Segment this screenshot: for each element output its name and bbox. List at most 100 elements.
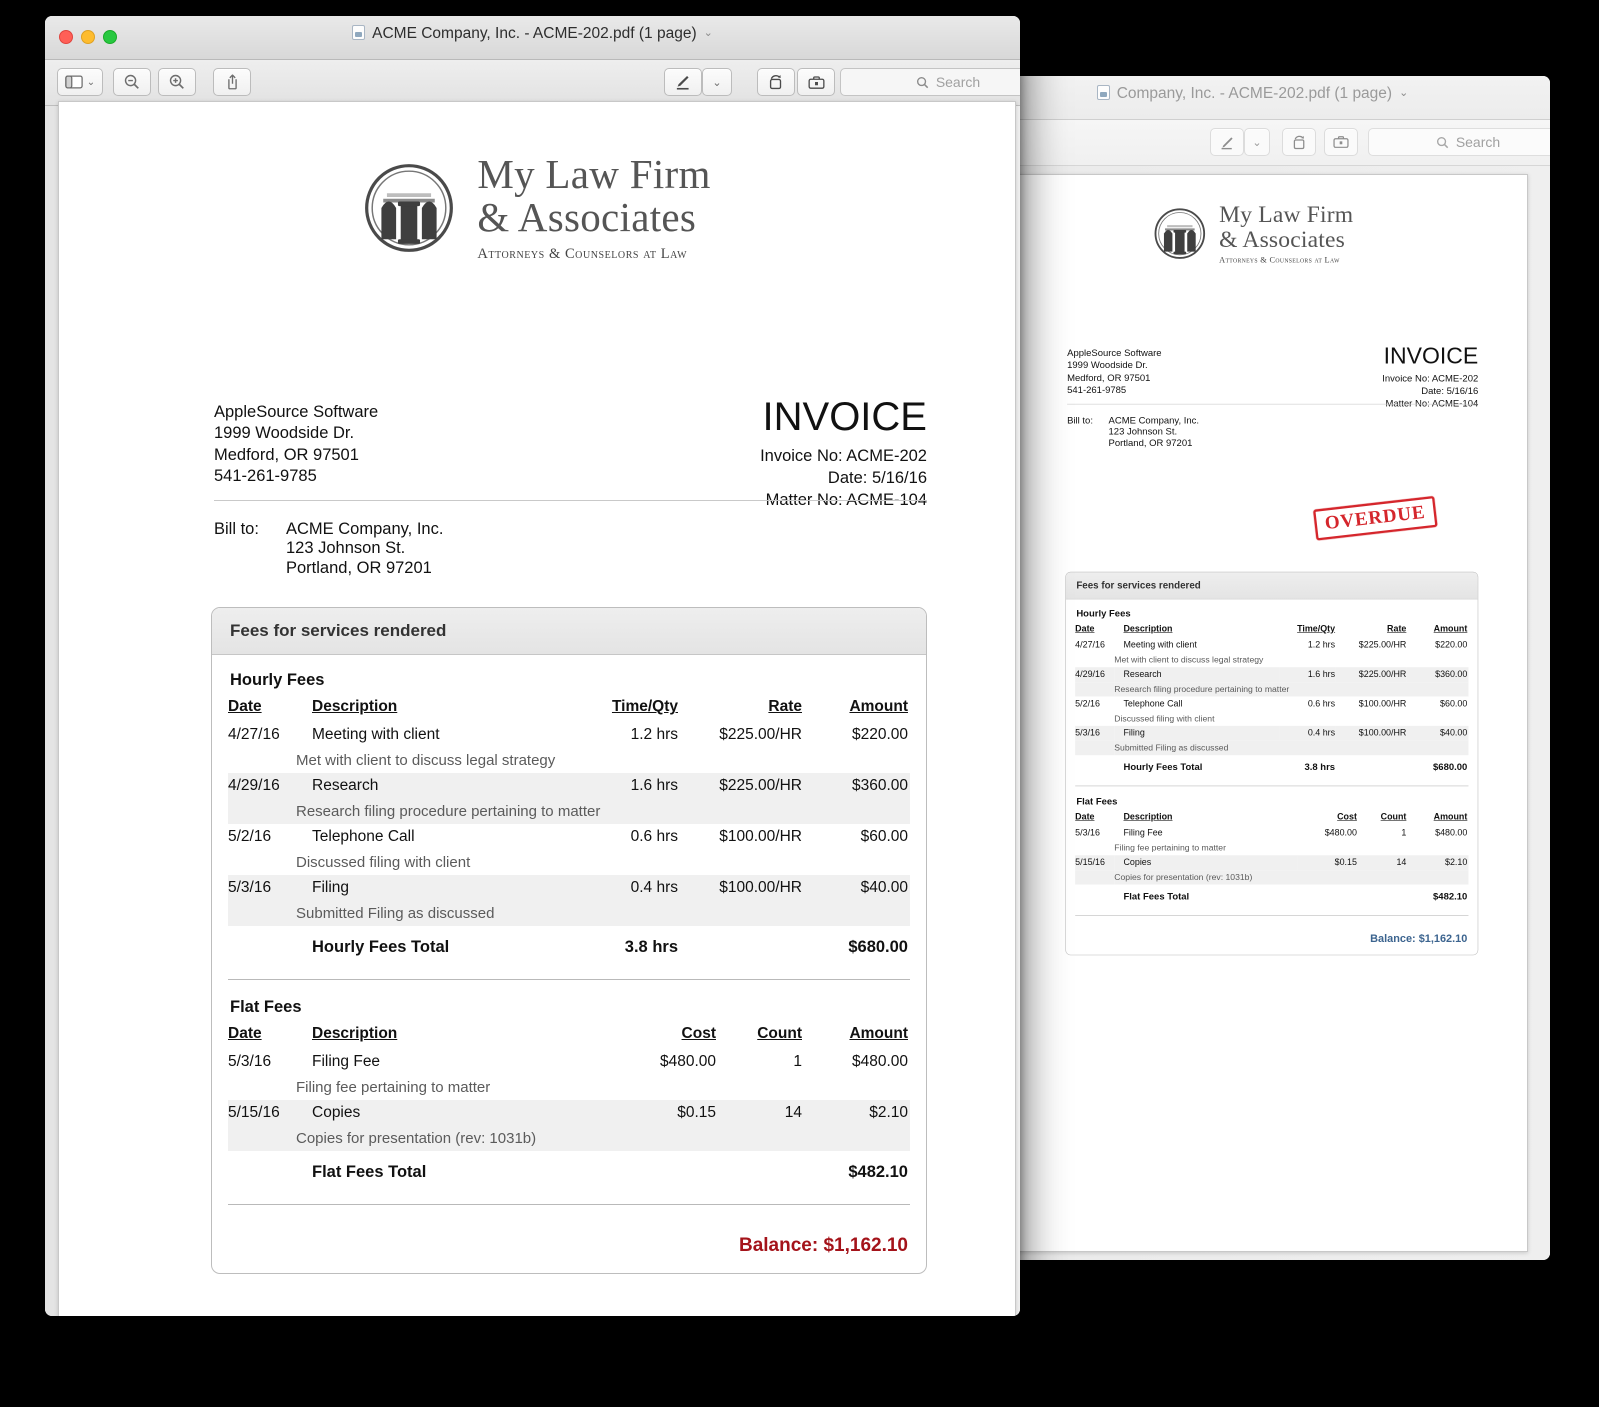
table-row-note: Copies for presentation (rev: 1031b)	[1075, 870, 1469, 885]
cell-date: 5/15/16	[228, 1100, 296, 1126]
back-bill-to-city: Portland, OR 97201	[1108, 437, 1193, 449]
window-toolbar[interactable]: ⌄ ⌄ Search	[45, 60, 1020, 106]
back-invoice-heading: INVOICE	[1383, 343, 1479, 369]
table-row: 5/15/16 Copies $0.15 14 $2.10	[228, 1100, 910, 1126]
window-title-area: ACME Company, Inc. - ACME-202.pdf (1 pag…	[45, 25, 1020, 43]
cell-count: 14	[716, 1100, 802, 1126]
toolbox-icon	[1333, 136, 1349, 148]
cell-date: 5/2/16	[228, 828, 272, 845]
cell-qty: 1.2 hrs	[1307, 640, 1336, 650]
back-window-titlebar[interactable]: Company, Inc. - ACME-202.pdf (1 page) ⌄	[955, 76, 1550, 120]
chevron-down-icon: ⌄	[86, 76, 96, 88]
cell-count: 1	[1401, 828, 1407, 838]
markup-toolbar-button[interactable]	[797, 68, 835, 96]
cell-note: Met with client to discuss legal strateg…	[296, 752, 556, 769]
cell-date: 4/27/16	[228, 726, 280, 743]
invoice-document: My Law Firm & Associates Attorneys & Cou…	[59, 102, 1015, 1316]
sender-phone: 541-261-9785	[214, 467, 317, 486]
back-sender-street: 1999 Woodside Dr.	[1067, 360, 1148, 371]
cell-qty: 1.6 hrs	[582, 773, 678, 799]
back-invoice-meta: Invoice No: ACME-202 Date: 5/16/16 Matte…	[1382, 373, 1478, 411]
back-f-desc: Description	[1123, 812, 1173, 822]
table-row-note: Met with client to discuss legal strateg…	[228, 748, 910, 773]
cell-total-qty: 3.8 hrs	[1304, 762, 1336, 773]
cell-amount: $480.00	[1435, 828, 1468, 838]
cell-note: Submitted Filing as discussed	[296, 901, 910, 926]
section-divider	[1075, 915, 1469, 916]
table-row: 5/3/16 Filing 0.4 hrs $100.00/HR $40.00	[1075, 725, 1469, 741]
flat-title: Flat Fees	[230, 998, 302, 1016]
cell-count: 1	[793, 1053, 802, 1070]
zoom-out-button[interactable]	[113, 68, 151, 96]
back-markup-dropdown-button[interactable]: ⌄	[1244, 128, 1270, 156]
back-rotate-button[interactable]	[1282, 128, 1316, 156]
pdf-viewer[interactable]: My Law Firm & Associates Attorneys & Cou…	[45, 101, 1020, 1316]
hourly-fees-table: Date Description Time/Qty Rate Amount 4/…	[228, 693, 910, 988]
back-sender-city: Medford, OR 97501	[1067, 372, 1151, 384]
back-hourly-total-row: Hourly Fees Total 3.8 hrs $680.00	[1075, 755, 1468, 780]
fees-card-title: Fees for services rendered	[212, 608, 926, 655]
zoom-in-button[interactable]	[158, 68, 196, 96]
back-h-desc: Description	[1123, 624, 1173, 634]
cell-cost: $0.15	[1297, 855, 1357, 871]
header-rate: Rate	[768, 698, 802, 715]
back-f-amt: Amount	[1433, 812, 1468, 822]
back-search-field[interactable]: Search	[1368, 128, 1550, 156]
zoom-in-icon	[169, 74, 184, 89]
table-row-note: Filing fee pertaining to matter	[1075, 841, 1468, 855]
invoice-date: Date: 5/16/16	[827, 468, 927, 487]
back-f-date: Date	[1075, 812, 1095, 822]
screen: Company, Inc. - ACME-202.pdf (1 page) ⌄ ⌄	[0, 0, 1599, 1407]
back-logo-line2: & Associates	[1219, 225, 1345, 253]
cell-date: 5/3/16	[228, 875, 296, 901]
window-titlebar[interactable]: ACME Company, Inc. - ACME-202.pdf (1 pag…	[45, 16, 1020, 60]
logo-line2: & Associates	[477, 194, 697, 240]
background-preview-window[interactable]: Company, Inc. - ACME-202.pdf (1 page) ⌄ ⌄	[955, 76, 1550, 1260]
preview-window[interactable]: ACME Company, Inc. - ACME-202.pdf (1 pag…	[45, 16, 1020, 1316]
header-amount: Amount	[849, 1025, 908, 1042]
back-bill-to-label: Bill to:	[1067, 415, 1093, 426]
table-row-note: Met with client to discuss legal strateg…	[1075, 653, 1468, 667]
back-window-toolbar[interactable]: ⌄ Search	[955, 120, 1550, 166]
cell-desc: Research	[296, 773, 582, 799]
cell-qty: 0.6 hrs	[630, 828, 678, 845]
desktop-backdrop-bottom	[1070, 1260, 1599, 1407]
table-row: 5/2/16 Telephone Call 0.6 hrs $100.00/HR…	[228, 824, 910, 850]
share-button[interactable]	[213, 68, 251, 96]
markup-pen-button[interactable]	[664, 68, 702, 96]
table-row: 4/27/16 Meeting with client 1.2 hrs $225…	[228, 722, 910, 748]
rotate-left-icon	[1293, 135, 1304, 149]
flat-total-row: Flat Fees Total $482.10	[228, 1151, 910, 1194]
table-header-row: Date Description Time/Qty Rate Amount	[228, 693, 910, 722]
table-row-note: Research filing procedure pertaining to …	[1075, 682, 1469, 697]
divider	[214, 500, 927, 501]
search-field[interactable]: Search	[840, 68, 1020, 96]
cell-amount: $360.00	[1406, 667, 1469, 683]
chevron-down-icon[interactable]: ⌄	[704, 27, 713, 39]
cell-amount: $60.00	[860, 828, 908, 845]
back-search-placeholder: Search	[1455, 134, 1501, 150]
cell-note: Filing fee pertaining to matter	[296, 1079, 491, 1096]
back-markup-toolbar-button[interactable]	[1324, 128, 1358, 156]
section-divider	[228, 979, 910, 980]
table-row: 5/3/16 Filing Fee $480.00 1 $480.00	[1075, 826, 1468, 841]
back-invoice-no: Invoice No: ACME-202	[1382, 373, 1479, 384]
logo-wordmark: My Law Firm & Associates Attorneys & Cou…	[477, 154, 710, 262]
rotate-button[interactable]	[757, 68, 795, 96]
back-fees-card: Fees for services rendered Hourly Fees D…	[1065, 571, 1479, 956]
cell-total-amount: $680.00	[848, 938, 908, 956]
sidebar-toggle-button[interactable]: ⌄	[57, 68, 103, 96]
chevron-down-icon[interactable]: ⌄	[1399, 87, 1408, 99]
markup-dropdown-button[interactable]: ⌄	[702, 68, 732, 96]
invoice-header: INVOICE Invoice No: ACME-202 Date: 5/16/…	[760, 397, 927, 511]
table-header-row: Date Description Time/Qty Rate Amount	[1075, 621, 1468, 638]
overdue-stamp: OVERDUE	[1313, 495, 1438, 541]
cell-note: Copies for presentation (rev: 1031b)	[1114, 870, 1469, 885]
cell-desc: Filing	[296, 875, 582, 901]
back-pdf-viewer[interactable]: My Law Firm & Associates Attorneys & Cou…	[955, 166, 1550, 1260]
table-row-note: Copies for presentation (rev: 1031b)	[228, 1126, 910, 1151]
letterhead: My Law Firm & Associates Attorneys & Cou…	[59, 102, 1015, 262]
back-logo-tagline: Attorneys & Counselors at Law	[1219, 255, 1340, 265]
back-markup-pen-button[interactable]	[1210, 128, 1244, 156]
cell-date: 4/29/16	[1075, 667, 1115, 683]
